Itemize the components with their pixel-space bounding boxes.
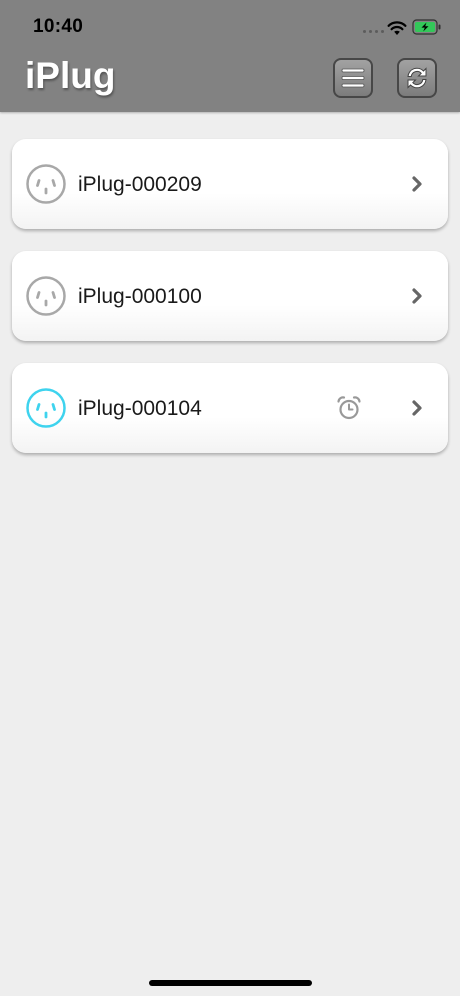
app-title: iPlug (25, 55, 116, 96)
device-name: iPlug-000100 (78, 285, 202, 308)
plug-active-icon (26, 388, 66, 428)
wifi-icon (387, 21, 407, 35)
menu-button[interactable] (333, 58, 373, 98)
status-bar-time: 10:40 (33, 16, 84, 37)
device-row[interactable]: iPlug-000100 (12, 251, 448, 341)
device-name: iPlug-000209 (78, 173, 202, 196)
battery-charging-icon (412, 19, 441, 35)
alarm-clock-icon (337, 396, 361, 420)
cellular-signal-icon (363, 30, 384, 33)
home-indicator[interactable] (149, 980, 312, 986)
chevron-right-icon (412, 176, 422, 192)
app-header: 10:40 iPlug (0, 0, 460, 112)
chevron-right-icon (412, 288, 422, 304)
refresh-button[interactable] (397, 58, 437, 98)
refresh-icon (407, 67, 427, 89)
device-name: iPlug-000104 (78, 397, 202, 420)
plug-icon (26, 164, 66, 204)
device-row[interactable]: iPlug-000104 (12, 363, 448, 453)
device-row[interactable]: iPlug-000209 (12, 139, 448, 229)
plug-icon (26, 276, 66, 316)
chevron-right-icon (412, 400, 422, 416)
menu-icon (341, 68, 365, 88)
